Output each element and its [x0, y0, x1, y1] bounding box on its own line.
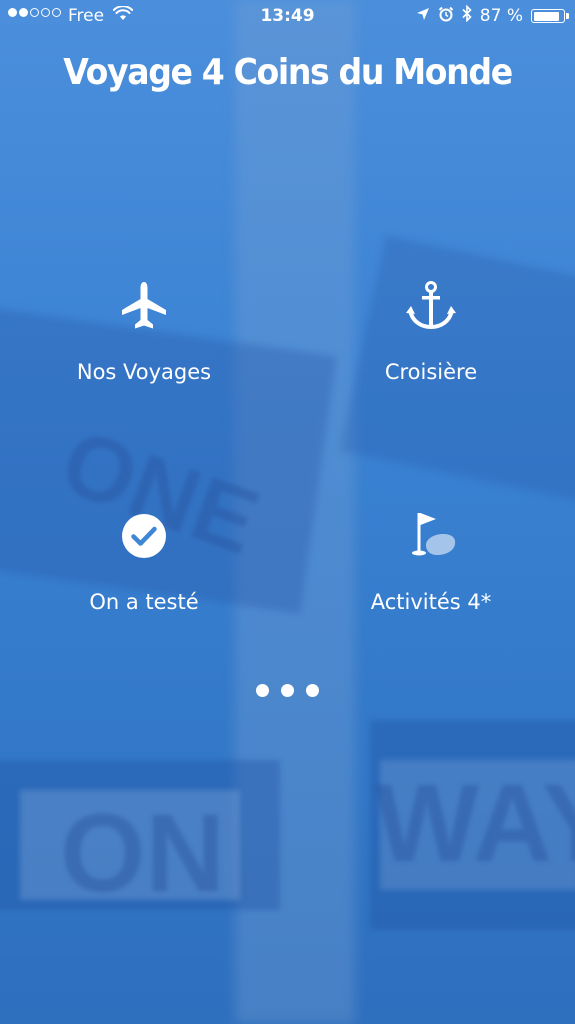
menu-item-nos-voyages[interactable]: Nos Voyages: [44, 278, 244, 384]
golf-flag-icon: [331, 508, 531, 564]
menu-item-croisiere[interactable]: Croisière: [331, 278, 531, 384]
menu-item-label: Nos Voyages: [76, 360, 212, 384]
bluetooth-icon: [462, 4, 472, 27]
page-indicator[interactable]: [0, 684, 575, 697]
location-arrow-icon: [416, 6, 430, 26]
anchor-icon: [331, 278, 531, 334]
battery-icon: [531, 9, 569, 23]
alarm-icon: [438, 6, 454, 27]
airplane-icon: [44, 278, 244, 334]
menu-item-label: Croisière: [384, 360, 478, 384]
page-dot: [306, 684, 319, 697]
battery-percentage: 87 %: [479, 6, 523, 26]
menu-item-label: On a testé: [89, 590, 199, 614]
status-bar: Free 13:49 87 %: [0, 0, 575, 32]
checkmark-circle-icon: [44, 508, 244, 564]
menu-item-label: Activités 4*: [370, 590, 492, 614]
page-dot: [256, 684, 269, 697]
page-dot: [281, 684, 294, 697]
app-title: Voyage 4 Coins du Monde: [63, 52, 513, 93]
menu-item-on-a-teste[interactable]: On a testé: [44, 508, 244, 614]
menu-item-activites[interactable]: Activités 4*: [331, 508, 531, 614]
